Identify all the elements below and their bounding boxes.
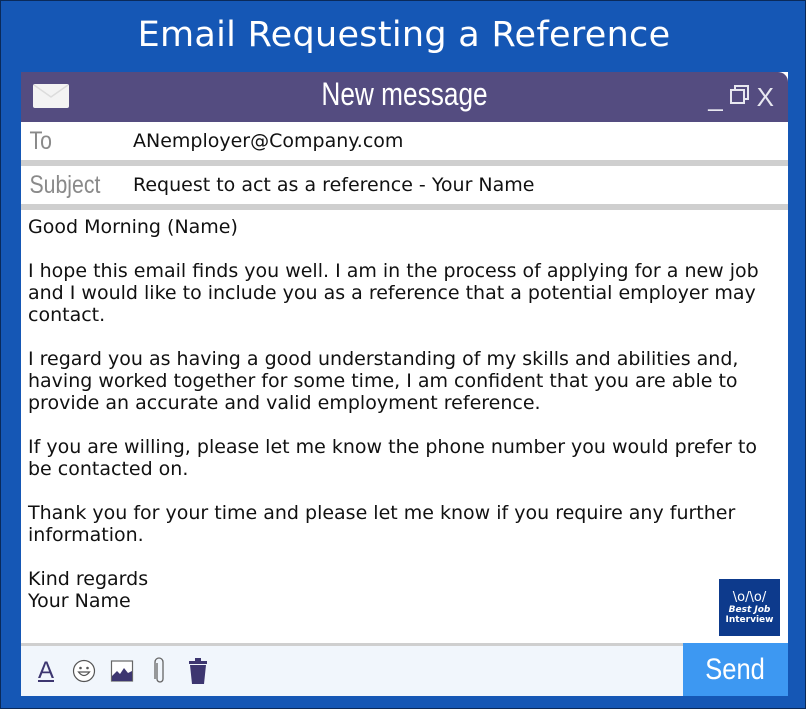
banner-title: Email Requesting a Reference bbox=[137, 15, 671, 55]
restore-icon bbox=[729, 85, 749, 104]
subject-row: Subject Request to act as a reference - … bbox=[21, 166, 788, 210]
subject-field[interactable]: Request to act as a reference - Your Nam… bbox=[123, 174, 535, 196]
compose-window: New message _ X To ANemployer@Company.co… bbox=[21, 72, 788, 696]
body-paragraph: I regard you as having a good understand… bbox=[28, 348, 739, 414]
logo-line2: Interview bbox=[725, 614, 774, 625]
body-paragraph: Thank you for your time and please let m… bbox=[28, 502, 736, 546]
format-text-icon[interactable]: A bbox=[33, 656, 59, 686]
body-paragraph: I hope this email finds you well. I am i… bbox=[28, 260, 759, 326]
subject-label: Subject bbox=[29, 170, 101, 199]
closing: Kind regards bbox=[28, 568, 149, 590]
best-job-interview-logo: \o/\o/ Best Job Interview bbox=[719, 579, 780, 636]
window-title: New message bbox=[321, 76, 488, 112]
image-icon[interactable] bbox=[109, 656, 135, 686]
attachment-icon[interactable] bbox=[147, 656, 173, 686]
send-label: Send bbox=[705, 652, 766, 686]
greeting: Good Morning (Name) bbox=[28, 216, 238, 238]
restore-button[interactable] bbox=[729, 84, 751, 110]
to-label: To bbox=[29, 126, 52, 155]
message-body[interactable]: Good Morning (Name) I hope this email fi… bbox=[21, 210, 788, 656]
signature: Your Name bbox=[28, 590, 131, 612]
logo-line1: Best Job bbox=[728, 604, 771, 615]
body-paragraph: If you are willing, please let me know t… bbox=[28, 436, 758, 480]
people-icon: \o/\o/ bbox=[732, 589, 767, 605]
to-field[interactable]: ANemployer@Company.com bbox=[123, 130, 403, 152]
envelope-icon bbox=[33, 84, 69, 108]
send-button[interactable]: Send bbox=[683, 643, 788, 696]
close-button[interactable]: X bbox=[757, 84, 774, 110]
trash-icon[interactable] bbox=[185, 656, 211, 686]
window-controls: _ X bbox=[708, 84, 774, 110]
window-titlebar: New message _ X bbox=[21, 72, 788, 122]
emoji-icon[interactable] bbox=[71, 656, 97, 686]
to-row: To ANemployer@Company.com bbox=[21, 122, 788, 166]
minimize-button[interactable]: _ bbox=[708, 84, 722, 110]
compose-toolbar: A Send bbox=[21, 643, 788, 696]
